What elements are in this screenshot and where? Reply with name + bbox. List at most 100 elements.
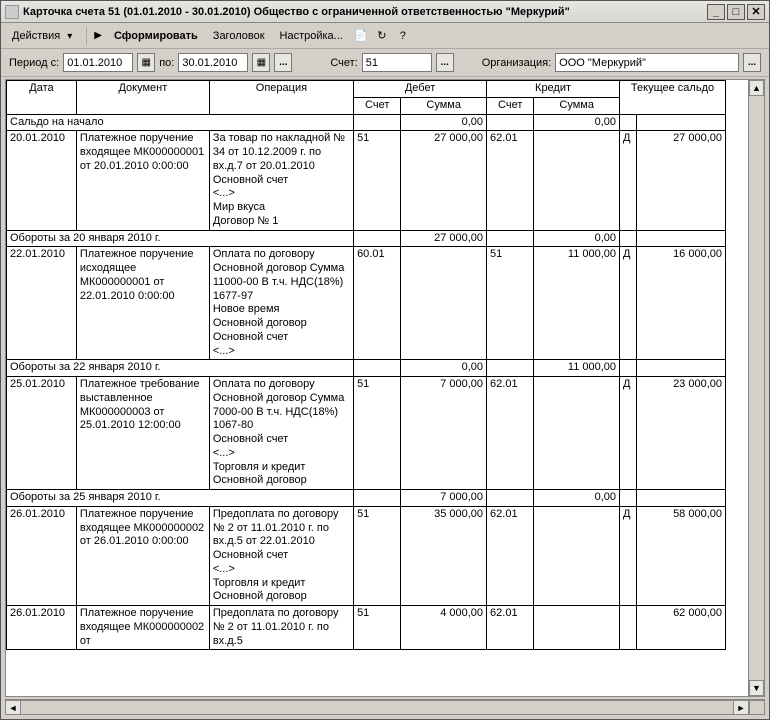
cell-credit-acc: 62.01 bbox=[487, 606, 534, 650]
cell-balance-dc: Д bbox=[620, 247, 637, 360]
cell-debit-acc: 51 bbox=[354, 606, 401, 650]
col-debit-acc: Счет bbox=[354, 97, 401, 114]
cell-credit-sum bbox=[534, 606, 620, 650]
date-to-label: по: bbox=[159, 57, 174, 69]
account-label: Счет: bbox=[330, 57, 357, 69]
cell-date: 26.01.2010 bbox=[7, 506, 77, 605]
help-icon[interactable]: ? bbox=[393, 26, 413, 46]
cell-document: Платежное требование выставленное МК0000… bbox=[76, 377, 209, 490]
subtotal-label: Обороты за 22 января 2010 г. bbox=[7, 360, 354, 377]
cell-debit-acc: 51 bbox=[354, 131, 401, 230]
cell-date: 26.01.2010 bbox=[7, 606, 77, 650]
date-to-picker[interactable]: ▦ bbox=[252, 53, 270, 72]
scroll-right-icon[interactable]: ► bbox=[733, 700, 749, 715]
col-credit-acc: Счет bbox=[487, 97, 534, 114]
cell-balance-dc: Д bbox=[620, 506, 637, 605]
opening-balance-row: Сальдо на начало 0,00 0,00 bbox=[7, 114, 726, 131]
vertical-scrollbar[interactable]: ▲ ▼ bbox=[748, 80, 764, 696]
col-credit: Кредит bbox=[487, 81, 620, 98]
col-debit: Дебет bbox=[354, 81, 487, 98]
col-document: Документ bbox=[76, 81, 209, 115]
subtotal-row: Обороты за 22 января 2010 г.0,0011 000,0… bbox=[7, 360, 726, 377]
cell-debit-sum: 4 000,00 bbox=[401, 606, 487, 650]
tool-icon-1[interactable]: 📄 bbox=[351, 26, 371, 46]
col-debit-sum: Сумма bbox=[401, 97, 487, 114]
cell-debit-acc: 51 bbox=[354, 377, 401, 490]
scroll-down-icon[interactable]: ▼ bbox=[749, 680, 764, 696]
date-from-input[interactable] bbox=[63, 53, 133, 72]
cell-date: 20.01.2010 bbox=[7, 131, 77, 230]
date-from-picker[interactable]: ▦ bbox=[137, 53, 155, 72]
cell-balance-dc bbox=[620, 606, 637, 650]
toolbar: Действия ▾ ▶ Сформировать Заголовок Наст… bbox=[1, 23, 769, 49]
subtotal-credit: 0,00 bbox=[534, 490, 620, 507]
subtotal-label: Обороты за 20 января 2010 г. bbox=[7, 230, 354, 247]
table-row: 20.01.2010Платежное поручение входящее М… bbox=[7, 131, 726, 230]
cell-debit-sum: 7 000,00 bbox=[401, 377, 487, 490]
table-row: 26.01.2010Платежное поручение входящее М… bbox=[7, 606, 726, 650]
table-row: 25.01.2010Платежное требование выставлен… bbox=[7, 377, 726, 490]
cell-credit-acc: 62.01 bbox=[487, 131, 534, 230]
play-icon: ▶ bbox=[94, 30, 102, 41]
subtotal-label: Обороты за 25 января 2010 г. bbox=[7, 490, 354, 507]
cell-balance: 62 000,00 bbox=[636, 606, 725, 650]
cell-operation: Предоплата по договору № 2 от 11.01.2010… bbox=[209, 506, 353, 605]
subtotal-credit: 0,00 bbox=[534, 230, 620, 247]
scroll-up-icon[interactable]: ▲ bbox=[749, 80, 764, 96]
opening-credit: 0,00 bbox=[534, 114, 620, 131]
cell-balance-dc: Д bbox=[620, 377, 637, 490]
cell-credit-sum: 11 000,00 bbox=[534, 247, 620, 360]
cell-date: 22.01.2010 bbox=[7, 247, 77, 360]
table-row: 22.01.2010Платежное поручение исходящее … bbox=[7, 247, 726, 360]
header-button[interactable]: Заголовок bbox=[206, 27, 272, 45]
org-input[interactable] bbox=[555, 53, 739, 72]
filter-bar: Период с: ▦ по: ▦ ... Счет: ... Организа… bbox=[1, 49, 769, 77]
cell-debit-sum: 35 000,00 bbox=[401, 506, 487, 605]
form-button[interactable]: Сформировать bbox=[107, 27, 205, 45]
horizontal-scrollbar[interactable]: ◄ ► bbox=[5, 699, 765, 715]
account-input[interactable] bbox=[362, 53, 432, 72]
period-label: Период с: bbox=[9, 57, 59, 69]
col-credit-sum: Сумма bbox=[534, 97, 620, 114]
col-balance: Текущее сальдо bbox=[620, 81, 726, 115]
settings-button[interactable]: Настройка... bbox=[273, 27, 350, 45]
minimize-button[interactable]: _ bbox=[707, 4, 725, 20]
cell-document: Платежное поручение входящее МК000000001… bbox=[76, 131, 209, 230]
cell-operation: Оплата по договору Основной договор Сумм… bbox=[209, 377, 353, 490]
close-button[interactable]: ✕ bbox=[747, 4, 765, 20]
cell-credit-sum bbox=[534, 506, 620, 605]
cell-date: 25.01.2010 bbox=[7, 377, 77, 490]
cell-balance: 23 000,00 bbox=[636, 377, 725, 490]
report-grid-scroll[interactable]: Дата Документ Операция Дебет Кредит Теку… bbox=[6, 80, 748, 696]
period-select-button[interactable]: ... bbox=[274, 53, 292, 72]
cell-document: Платежное поручение входящее МК000000002… bbox=[76, 506, 209, 605]
cell-credit-sum bbox=[534, 377, 620, 490]
col-date: Дата bbox=[7, 81, 77, 115]
opening-debit: 0,00 bbox=[401, 114, 487, 131]
cell-credit-acc: 62.01 bbox=[487, 377, 534, 490]
tool-icon-2[interactable]: ↻ bbox=[372, 26, 392, 46]
window-title: Карточка счета 51 (01.01.2010 - 30.01.20… bbox=[23, 6, 705, 18]
table-row: 26.01.2010Платежное поручение входящее М… bbox=[7, 506, 726, 605]
cell-document: Платежное поручение исходящее МК00000000… bbox=[76, 247, 209, 360]
org-label: Организация: bbox=[482, 57, 551, 69]
cell-balance: 27 000,00 bbox=[636, 131, 725, 230]
date-to-input[interactable] bbox=[178, 53, 248, 72]
subtotal-debit: 27 000,00 bbox=[401, 230, 487, 247]
opening-label: Сальдо на начало bbox=[7, 114, 354, 131]
cell-operation: За товар по накладной № 34 от 10.12.2009… bbox=[209, 131, 353, 230]
cell-balance: 58 000,00 bbox=[636, 506, 725, 605]
scroll-left-icon[interactable]: ◄ bbox=[5, 700, 21, 715]
maximize-button[interactable]: □ bbox=[727, 4, 745, 20]
col-operation: Операция bbox=[209, 81, 353, 115]
cell-operation: Оплата по договору Основной договор Сумм… bbox=[209, 247, 353, 360]
account-select-button[interactable]: ... bbox=[436, 53, 454, 72]
org-select-button[interactable]: ... bbox=[743, 53, 761, 72]
cell-credit-sum bbox=[534, 131, 620, 230]
subtotal-row: Обороты за 20 января 2010 г. 27 000,00 0,0… bbox=[7, 230, 726, 247]
subtotal-credit: 11 000,00 bbox=[534, 360, 620, 377]
subtotal-row: Обороты за 25 января 2010 г.7 000,000,00 bbox=[7, 490, 726, 507]
cell-balance: 16 000,00 bbox=[636, 247, 725, 360]
app-icon bbox=[5, 5, 19, 19]
actions-menu[interactable]: Действия ▾ bbox=[5, 27, 83, 45]
